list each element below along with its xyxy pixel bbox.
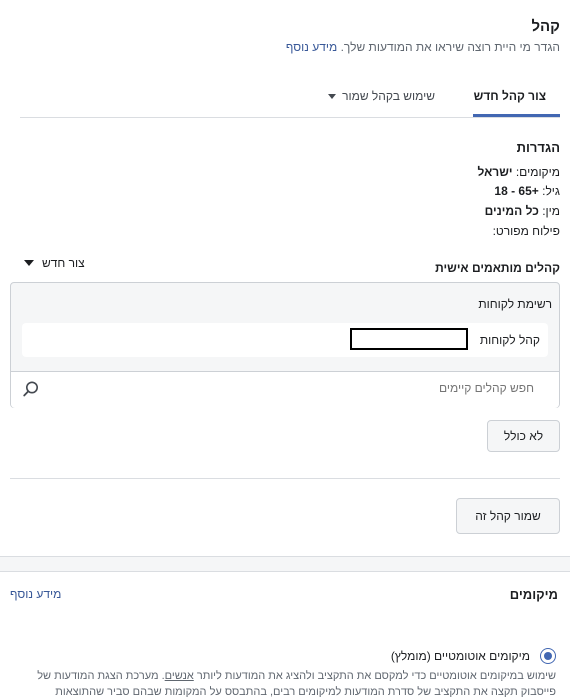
customer-list-label: רשימת לקוחות xyxy=(478,297,552,311)
section-divider xyxy=(10,478,560,479)
radio-selected-dot xyxy=(544,652,552,660)
audience-title: קהל xyxy=(531,18,560,35)
placements-heading: מיקומים xyxy=(509,587,558,602)
audience-learn-more-link[interactable]: מידע נוסף xyxy=(286,40,337,54)
selected-audience-chip[interactable] xyxy=(22,323,548,357)
settings-heading: הגדרות xyxy=(516,140,560,155)
section-separator xyxy=(0,556,570,572)
gender-value: כל המינים xyxy=(484,204,539,218)
age-row: גיל: 18 - 65+ xyxy=(494,184,560,198)
audience-search-input[interactable] xyxy=(134,381,534,395)
caret-down-icon xyxy=(328,94,337,100)
age-value: 18 - 65+ xyxy=(494,184,539,198)
search-icon xyxy=(23,381,38,397)
gender-label: מין: xyxy=(542,204,560,218)
locations-label: מיקומים: xyxy=(515,165,560,179)
tab-use-saved-audience[interactable]: שימוש בקהל שמור xyxy=(328,89,435,103)
locations-row: מיקומים: ישראל xyxy=(477,165,560,179)
audience-subtitle-text: הגדר מי היית רוצה שיראו את המודעות שלך. xyxy=(340,40,560,54)
create-new-dropdown[interactable]: צור חדש xyxy=(24,256,85,270)
gender-row: מין: כל המינים xyxy=(485,204,560,218)
placements-desc-part1: שימוש במיקומים אוטומטיים כדי למקסם את הת… xyxy=(193,670,556,682)
save-audience-button[interactable]: שמור קהל זה xyxy=(456,498,560,534)
exclude-button[interactable]: לא כולל xyxy=(487,420,560,452)
placements-desc-people-link[interactable]: אנשים xyxy=(165,670,194,682)
automatic-placements-radio[interactable] xyxy=(540,648,556,664)
create-new-label: צור חדש xyxy=(42,256,85,270)
selected-audience-label: קהל לקוחות xyxy=(479,333,540,347)
tabs-divider xyxy=(20,117,560,118)
detailed-targeting-row: פילוח מפורט: xyxy=(492,224,560,238)
caret-down-icon xyxy=(24,260,34,266)
custom-audiences-heading: קהלים מותאמים אישית xyxy=(435,261,560,275)
automatic-placements-label: מיקומים אוטומטיים (מומלץ) xyxy=(390,649,530,663)
placements-learn-more-link[interactable]: מידע נוסף xyxy=(10,587,61,601)
tab-use-saved-audience-label: שימוש בקהל שמור xyxy=(342,89,435,103)
age-label: גיל: xyxy=(542,184,560,198)
audience-subtitle: הגדר מי היית רוצה שיראו את המודעות שלך. … xyxy=(286,40,560,54)
locations-value: ישראל xyxy=(477,165,513,179)
tab-create-new-audience[interactable]: צור קהל חדש xyxy=(474,89,546,103)
redacted-box xyxy=(350,328,468,350)
placements-description: שימוש במיקומים אוטומטיים כדי למקסם את הת… xyxy=(11,668,556,700)
